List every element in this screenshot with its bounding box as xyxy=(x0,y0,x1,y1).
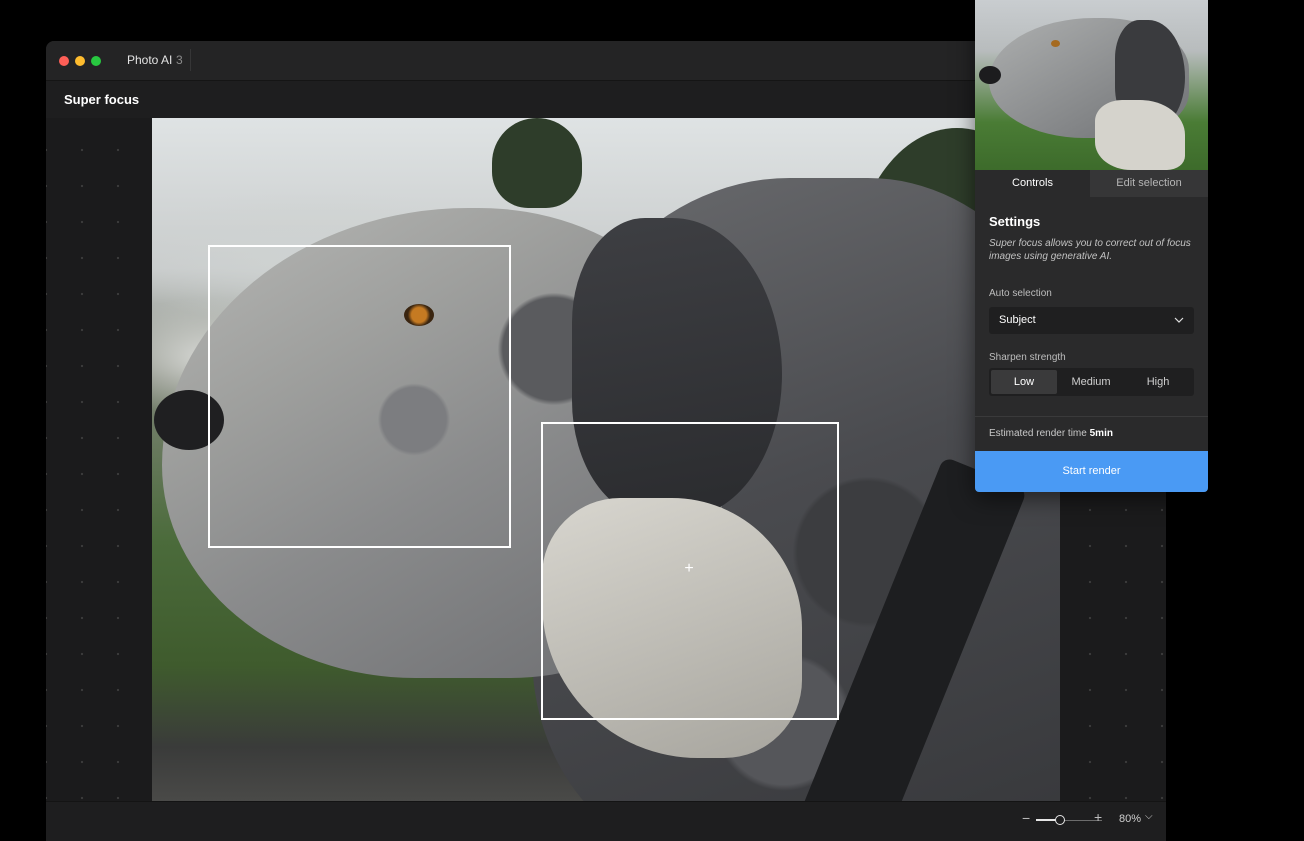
sharpen-medium-option[interactable]: Medium xyxy=(1058,370,1124,394)
auto-selection-label: Auto selection xyxy=(989,288,1052,299)
tool-title: Super focus xyxy=(64,92,140,107)
crosshair-icon: + xyxy=(684,560,694,577)
tab-controls[interactable]: Controls xyxy=(975,170,1090,197)
zoom-slider[interactable] xyxy=(1036,815,1102,825)
maximize-window-button[interactable] xyxy=(91,56,101,66)
app-name: Photo AI xyxy=(127,53,173,67)
preview-dog-chest xyxy=(1095,100,1185,170)
auto-selection-dropdown[interactable]: Subject xyxy=(989,307,1194,334)
panel-tabs: Controls Edit selection xyxy=(975,170,1208,197)
app-version: 3 xyxy=(176,53,183,67)
zoom-out-button[interactable]: − xyxy=(1022,810,1030,826)
sharpen-strength-control: Low Medium High xyxy=(989,368,1194,396)
preview-dog-nose xyxy=(979,66,1001,84)
photo-canvas[interactable]: + xyxy=(152,118,1060,802)
panel-divider xyxy=(975,416,1208,417)
sharpen-low-option[interactable]: Low xyxy=(991,370,1057,394)
minimize-window-button[interactable] xyxy=(75,56,85,66)
chevron-down-icon[interactable]: ⌵ xyxy=(1145,811,1153,822)
sharpen-strength-label: Sharpen strength xyxy=(989,352,1066,363)
preview-dog-eye xyxy=(1051,40,1060,47)
zoom-level-dropdown[interactable]: 80% xyxy=(1119,813,1141,825)
render-time-value: 5min xyxy=(1089,428,1113,439)
bottom-bar: − + 80% ⌵ xyxy=(46,801,1166,841)
render-time-estimate: Estimated render time 5min xyxy=(989,428,1113,439)
tab-edit-selection[interactable]: Edit selection xyxy=(1090,170,1208,197)
sharpen-high-option[interactable]: High xyxy=(1125,370,1191,394)
auto-selection-value: Subject xyxy=(999,314,1036,326)
preview-thumbnail xyxy=(975,0,1208,170)
background-tree xyxy=(492,118,582,208)
settings-description: Super focus allows you to correct out of… xyxy=(989,238,1191,262)
super-focus-panel: Controls Edit selection Settings Super f… xyxy=(975,0,1208,492)
title-divider xyxy=(190,49,191,71)
selection-box[interactable] xyxy=(208,245,511,548)
start-render-button[interactable]: Start render xyxy=(975,451,1208,492)
zoom-in-button[interactable]: + xyxy=(1094,809,1102,825)
render-time-label: Estimated render time xyxy=(989,428,1087,439)
zoom-slider-handle[interactable] xyxy=(1054,815,1065,825)
close-window-button[interactable] xyxy=(59,56,69,66)
settings-title: Settings xyxy=(989,214,1041,229)
chevron-down-icon xyxy=(1174,317,1184,323)
